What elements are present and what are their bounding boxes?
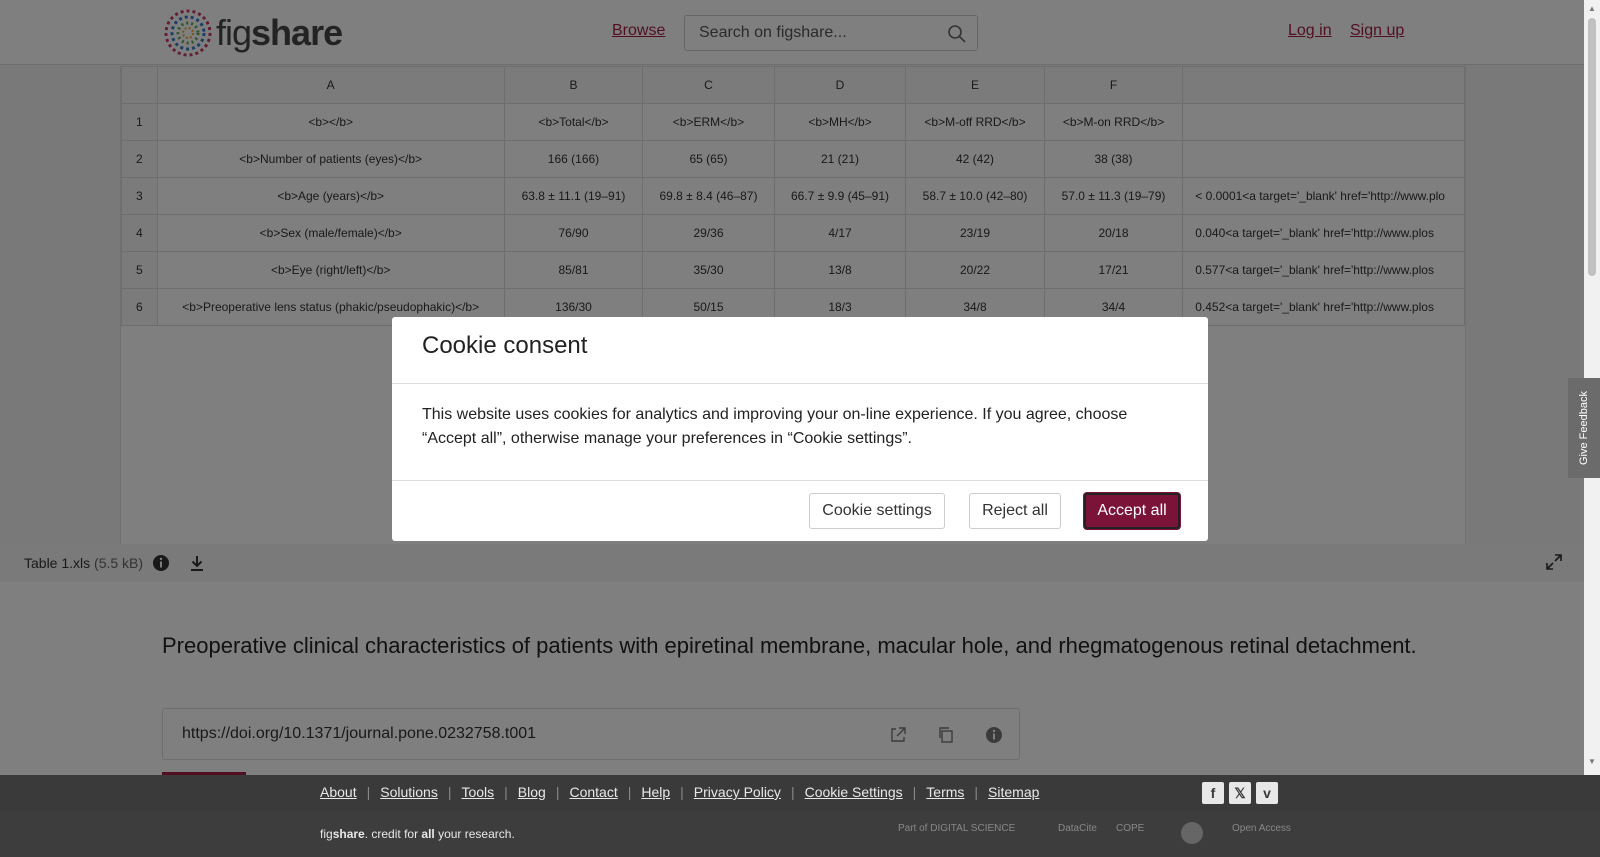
footer-link-contact[interactable]: Contact xyxy=(569,784,617,800)
footer-tagline: figshare. credit for all your research. xyxy=(320,827,515,841)
vimeo-icon[interactable]: v xyxy=(1256,782,1278,804)
footer-links-bar: About | Solutions | Tools | Blog | Contact | Help |… xyxy=(0,775,1600,811)
facebook-icon[interactable]: f xyxy=(1202,782,1224,804)
footer-nav: About | Solutions | Tools | Blog | Contact | Help |… xyxy=(320,784,1039,800)
footer-separator: | xyxy=(447,784,452,800)
datacite-logo[interactable]: DataCite xyxy=(1058,823,1097,834)
cookie-dialog-body: This website uses cookies for analytics … xyxy=(422,406,1128,447)
footer-link-privacy-policy[interactable]: Privacy Policy xyxy=(694,784,781,800)
footer-separator: | xyxy=(680,784,684,800)
cookie-dialog-title: Cookie consent xyxy=(422,332,588,359)
footer-separator: | xyxy=(790,784,795,800)
footer-link-help[interactable]: Help xyxy=(641,784,670,800)
footer-link-solutions[interactable]: Solutions xyxy=(380,784,438,800)
footer-link-tools[interactable]: Tools xyxy=(461,784,494,800)
cope-logo[interactable]: COPE xyxy=(1116,823,1144,834)
footer-link-sitemap[interactable]: Sitemap xyxy=(988,784,1039,800)
footer-link-cookie-settings[interactable]: Cookie Settings xyxy=(805,784,903,800)
divider xyxy=(392,480,1208,481)
open-access-logo[interactable]: Open Access xyxy=(1232,823,1291,834)
scroll-down-arrow[interactable]: ▼ xyxy=(1588,757,1596,766)
x-twitter-icon[interactable]: 𝕏 xyxy=(1229,782,1251,804)
footer-link-about[interactable]: About xyxy=(320,784,357,800)
cookie-consent-dialog: Cookie consent This website uses cookies… xyxy=(392,317,1208,541)
footer-separator: | xyxy=(366,784,371,800)
footer-link-terms[interactable]: Terms xyxy=(926,784,964,800)
footer-separator: | xyxy=(504,784,508,800)
scroll-up-arrow[interactable]: ▲ xyxy=(1588,4,1596,13)
partner-seal-icon[interactable] xyxy=(1180,821,1204,845)
scrollbar-thumb[interactable] xyxy=(1588,18,1596,276)
digital-science-logo[interactable]: Part of DIGITAL SCIENCE xyxy=(898,823,1015,834)
cookie-settings-button[interactable]: Cookie settings xyxy=(809,493,945,529)
reject-all-button[interactable]: Reject all xyxy=(969,493,1061,529)
footer-separator: | xyxy=(912,784,917,800)
footer-separator: | xyxy=(627,784,632,800)
footer-link-blog[interactable]: Blog xyxy=(518,784,546,800)
footer-credit-bar: figshare. credit for all your research. … xyxy=(0,811,1600,857)
divider xyxy=(392,383,1208,384)
accept-all-button[interactable]: Accept all xyxy=(1084,493,1180,529)
give-feedback-tab[interactable]: Give Feedback xyxy=(1568,378,1600,478)
footer-separator: | xyxy=(555,784,560,800)
footer-separator: | xyxy=(974,784,979,800)
